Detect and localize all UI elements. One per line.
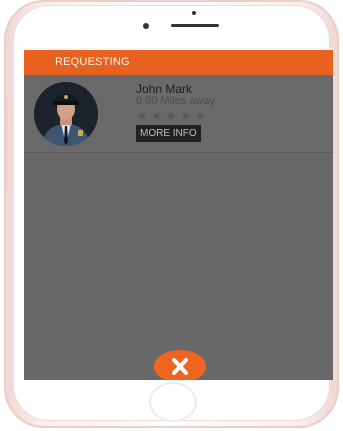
driver-card: John Mark 0.00 Miles away ★★★★★ MORE INF…: [24, 75, 333, 153]
earpiece-speaker: [171, 24, 219, 27]
phone-side-button: [4, 160, 7, 188]
app-screen: REQUESTING John Mark 0.00 Miles away ★★★…: [24, 48, 333, 380]
requesting-header: REQUESTING: [24, 50, 333, 75]
phone-side-button: [4, 126, 7, 154]
home-button[interactable]: [149, 382, 197, 422]
rating-stars: ★★★★★: [136, 108, 210, 123]
header-title: REQUESTING: [55, 56, 130, 68]
driver-avatar: [34, 82, 98, 146]
front-camera: [143, 23, 149, 29]
close-icon: [172, 358, 188, 375]
phone-side-button: [4, 95, 7, 115]
more-info-button[interactable]: MORE INFO: [136, 125, 201, 142]
front-sensor: [192, 11, 196, 15]
officer-avatar-icon: [34, 82, 98, 146]
cancel-request-button[interactable]: [154, 350, 206, 380]
driver-name: John Mark: [136, 82, 193, 96]
driver-distance: 0.00 Miles away: [136, 95, 215, 107]
